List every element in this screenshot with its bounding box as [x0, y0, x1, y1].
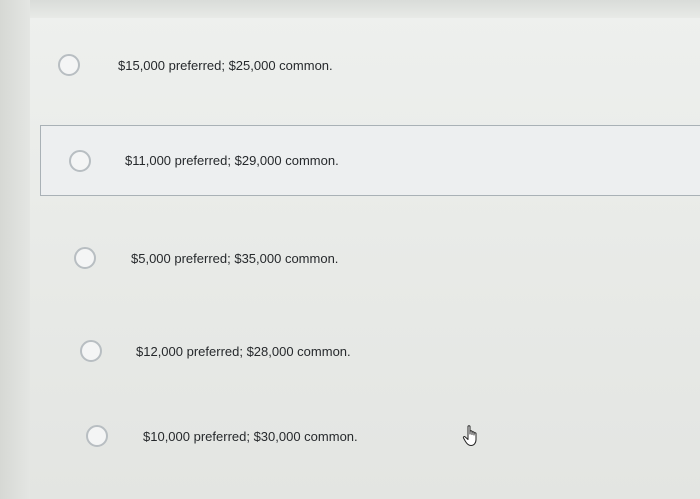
radio-unchecked-icon[interactable] — [80, 340, 102, 362]
radio-unchecked-icon[interactable] — [74, 247, 96, 269]
answer-option-label: $5,000 preferred; $35,000 common. — [131, 250, 339, 266]
answer-option-4[interactable]: $12,000 preferred; $28,000 common. — [80, 336, 700, 366]
answer-option-label: $11,000 preferred; $29,000 common. — [125, 153, 339, 168]
left-edge — [0, 0, 30, 499]
radio-unchecked-icon[interactable] — [58, 54, 80, 76]
answer-option-1[interactable]: $15,000 preferred; $25,000 common. — [58, 48, 700, 82]
quiz-page: $15,000 preferred; $25,000 common. $11,0… — [0, 0, 700, 499]
answer-option-label: $15,000 preferred; $25,000 common. — [118, 57, 333, 73]
answer-option-3[interactable]: $5,000 preferred; $35,000 common. — [74, 243, 700, 273]
hand-pointer-icon — [462, 425, 477, 446]
answer-option-label: $10,000 preferred; $30,000 common. — [143, 428, 358, 444]
answer-option-5[interactable]: $10,000 preferred; $30,000 common. — [86, 421, 700, 451]
radio-unchecked-icon[interactable] — [69, 149, 91, 172]
answer-option-2[interactable]: $11,000 preferred; $29,000 common. — [40, 125, 700, 196]
answer-option-label: $12,000 preferred; $28,000 common. — [136, 343, 351, 359]
radio-unchecked-icon[interactable] — [86, 425, 108, 447]
top-edge — [0, 0, 700, 18]
